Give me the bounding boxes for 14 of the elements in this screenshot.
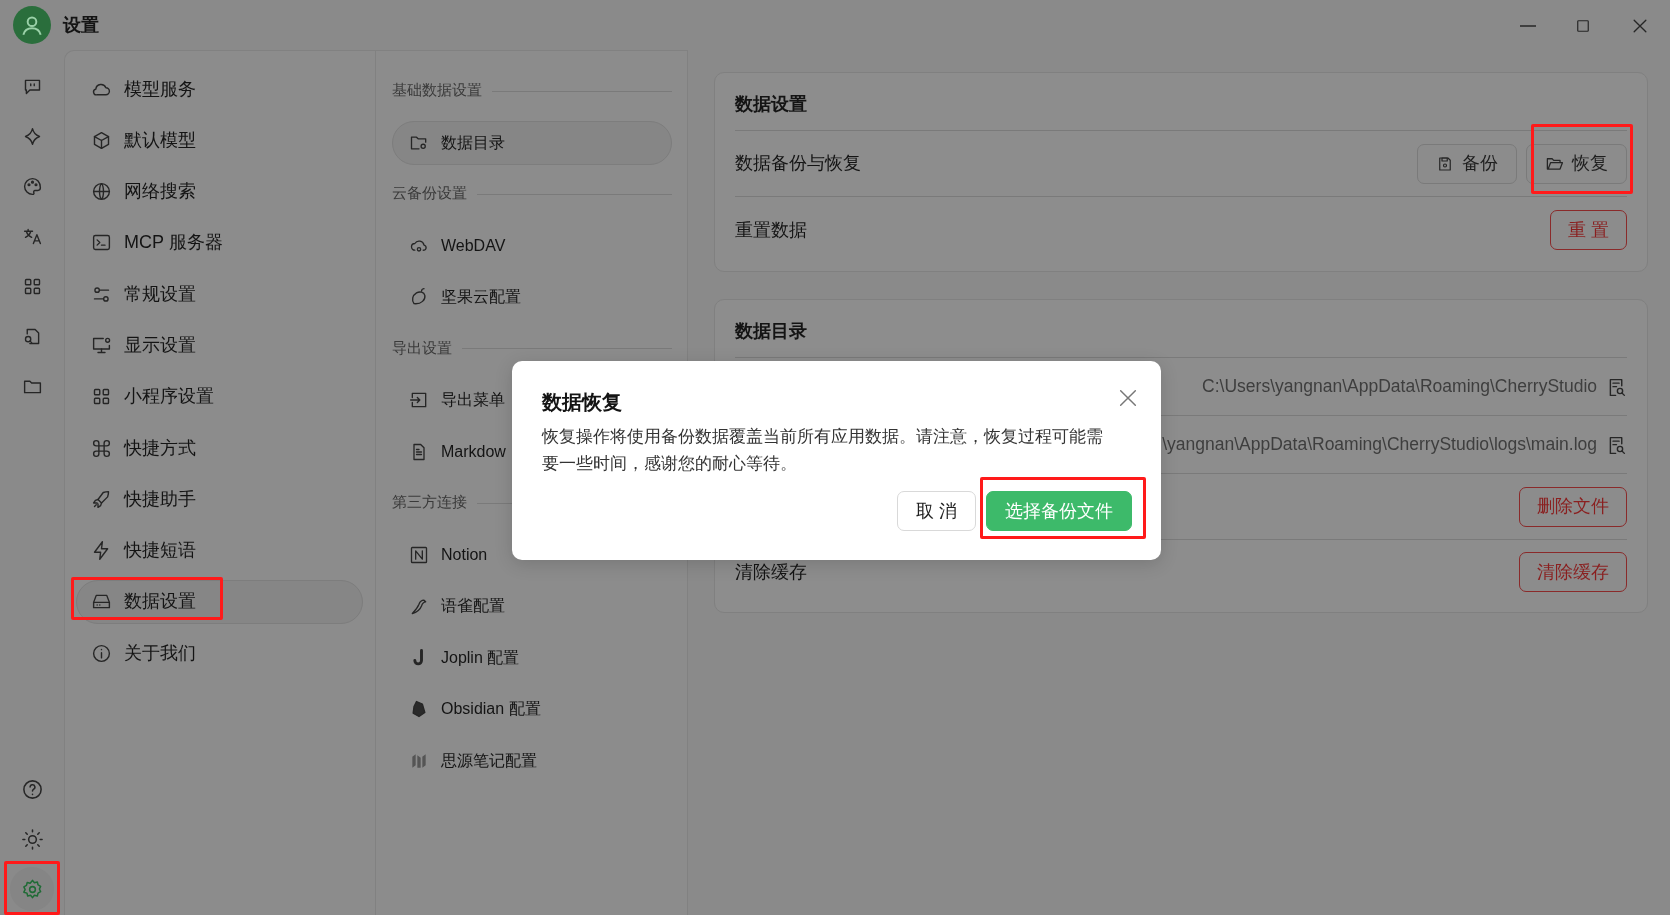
section-heading: 第三方连接 xyxy=(392,493,467,513)
card-title: 数据目录 xyxy=(735,318,1627,358)
setting-label: 清除缓存 xyxy=(735,560,807,584)
setting-label: 重置数据 xyxy=(735,218,807,242)
path-text: C:\Users\yangnan\AppData\Roaming\CherryStudio xyxy=(1202,375,1597,399)
dialog-title: 数据恢复 xyxy=(542,390,622,415)
path-text: \yangnan\AppData\Roaming\CherryStudio\logs\main.log xyxy=(1162,433,1597,457)
section-heading: 导出设置 xyxy=(392,338,452,358)
window-title: 设置 xyxy=(63,13,99,37)
setting-label: 数据备份与恢复 xyxy=(735,152,861,176)
dialog-message: 恢复操作将使用备份数据覆盖当前所有应用数据。请注意，恢复过程可能需要一些时间，感谢您的耐心等待。 xyxy=(542,425,1104,475)
section-heading: 云备份设置 xyxy=(392,184,467,204)
section-heading: 基础数据设置 xyxy=(392,81,482,101)
card-title: 数据设置 xyxy=(735,91,1627,131)
